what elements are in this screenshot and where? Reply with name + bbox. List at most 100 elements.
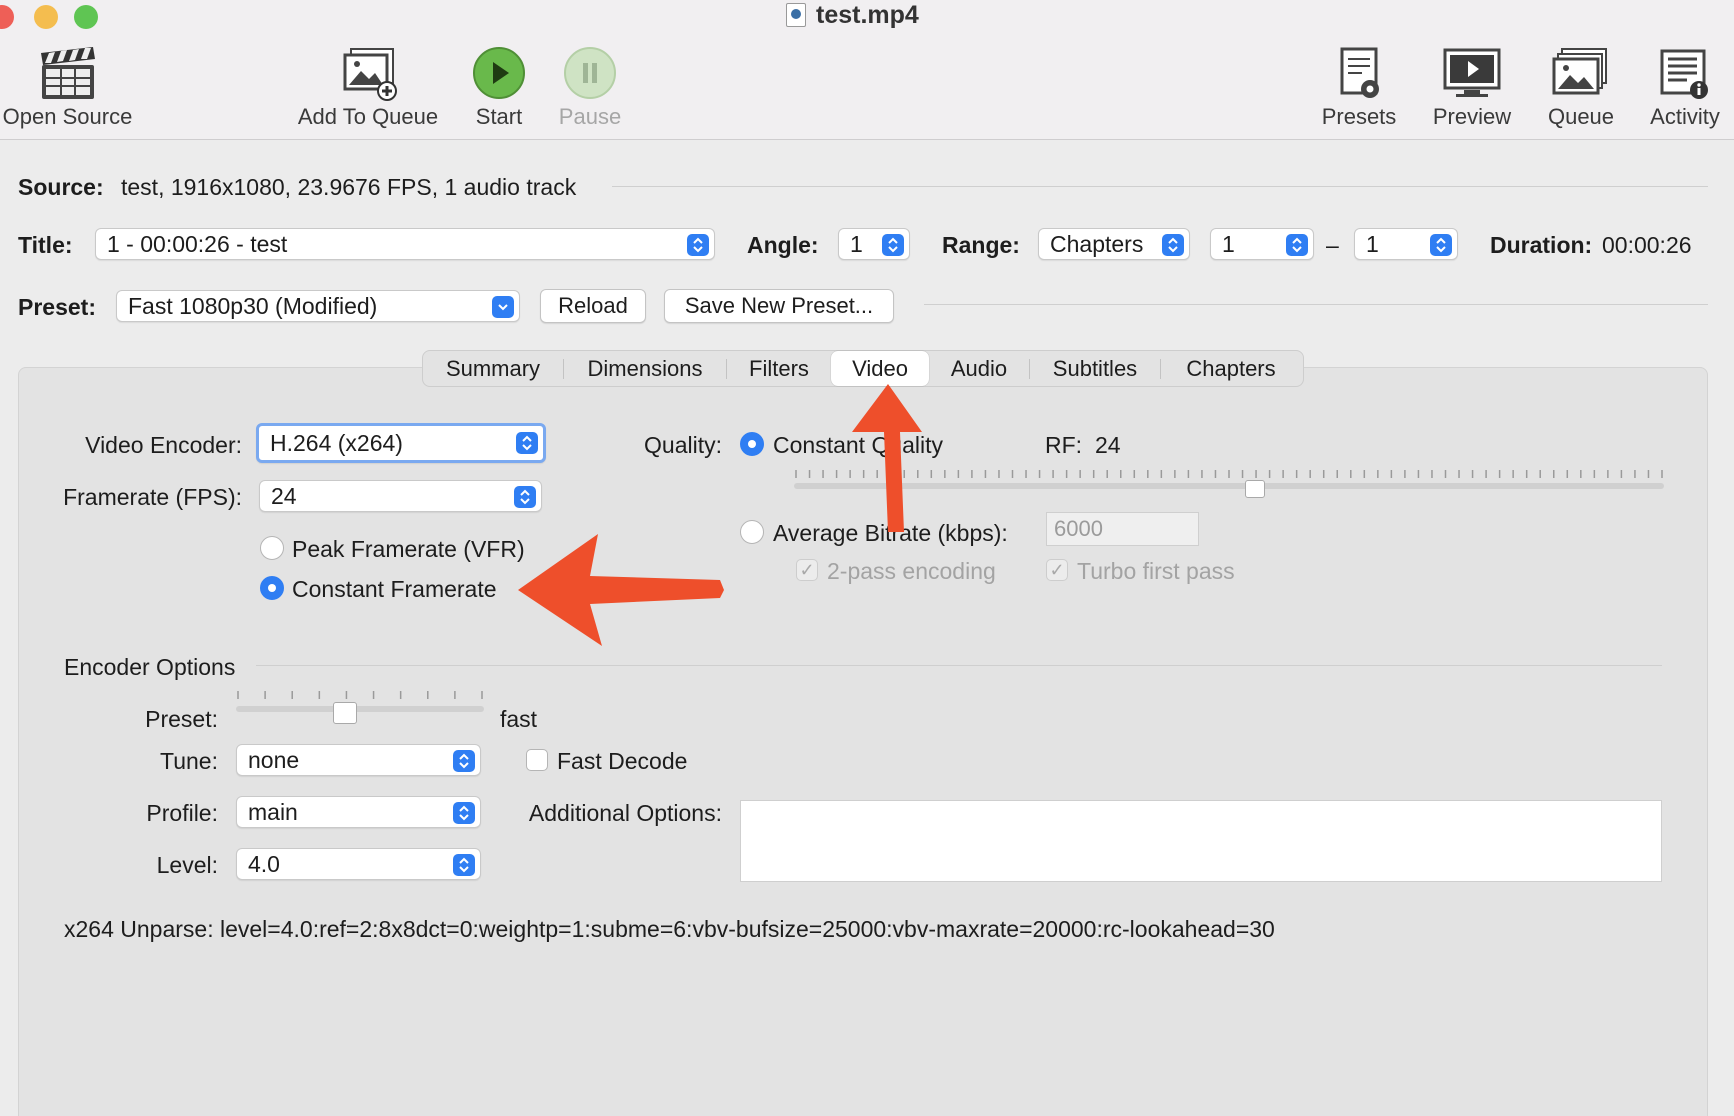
profile-popup[interactable]: main	[236, 796, 481, 828]
video-encoder-popup[interactable]: H.264 (x264)	[256, 423, 546, 463]
encoder-preset-slider-knob[interactable]	[333, 702, 358, 724]
document-icon	[786, 3, 806, 27]
chevron-updown-icon	[1286, 234, 1308, 256]
duration-label: Duration:	[1490, 232, 1593, 258]
fast-decode-label: Fast Decode	[557, 748, 688, 774]
framerate-value: 24	[271, 482, 297, 509]
angle-popup[interactable]: 1	[838, 228, 910, 260]
encoder-preset-slider-track[interactable]	[236, 706, 484, 712]
tab-audio[interactable]: Audio	[929, 351, 1029, 386]
profile-value: main	[248, 798, 298, 825]
quality-slider-ticks	[795, 470, 1663, 478]
tab-chapters[interactable]: Chapters	[1161, 351, 1301, 386]
zoom-window-button[interactable]	[74, 5, 98, 29]
presets-icon	[1328, 44, 1390, 102]
save-new-preset-button[interactable]: Save New Preset...	[664, 289, 894, 323]
tune-label: Tune:	[160, 748, 218, 774]
range-label: Range:	[942, 232, 1020, 258]
queue-label: Queue	[1547, 104, 1615, 129]
peak-framerate-radio[interactable]	[260, 536, 284, 560]
encoder-options-heading: Encoder Options	[64, 654, 236, 680]
close-window-button[interactable]	[0, 5, 14, 29]
quality-slider-knob[interactable]	[1245, 480, 1266, 498]
range-type-value: Chapters	[1050, 230, 1144, 257]
turbo-first-pass-label: Turbo first pass	[1077, 558, 1235, 584]
bitrate-input[interactable]: 6000	[1046, 512, 1199, 546]
activity-label: Activity	[1650, 104, 1720, 129]
quality-slider-track[interactable]	[794, 483, 1664, 489]
activity-log-icon	[1654, 44, 1716, 102]
title-popup-value: 1 - 00:00:26 - test	[107, 230, 288, 257]
framerate-label: Framerate (FPS):	[63, 484, 242, 510]
preview-icon	[1441, 44, 1503, 102]
average-bitrate-radio[interactable]	[740, 520, 764, 544]
range-dash: –	[1326, 232, 1339, 258]
video-encoder-value: H.264 (x264)	[270, 429, 403, 456]
window-title: test.mp4	[786, 0, 919, 30]
chevron-updown-icon	[453, 750, 475, 772]
additional-options-label: Additional Options:	[528, 800, 722, 826]
angle-label: Angle:	[747, 232, 819, 258]
constant-quality-label: Constant Quality	[773, 432, 944, 458]
tab-bar: Summary Dimensions Filters Video Audio S…	[422, 350, 1304, 387]
chevron-updown-icon	[516, 432, 538, 454]
tab-video[interactable]: Video	[831, 351, 929, 386]
pause-button[interactable]: Pause	[556, 44, 624, 130]
window-title-text: test.mp4	[816, 0, 919, 29]
preset-popup[interactable]: Fast 1080p30 (Modified)	[116, 290, 520, 322]
tab-summary[interactable]: Summary	[423, 351, 563, 386]
chevron-updown-icon	[514, 486, 536, 508]
title-popup[interactable]: 1 - 00:00:26 - test	[95, 228, 715, 260]
two-pass-label: 2-pass encoding	[827, 558, 996, 584]
minimize-window-button[interactable]	[34, 5, 58, 29]
open-source-button[interactable]: Open Source	[0, 44, 135, 130]
constant-framerate-radio[interactable]	[260, 576, 284, 600]
angle-popup-value: 1	[850, 230, 863, 257]
range-type-popup[interactable]: Chapters	[1038, 228, 1190, 260]
encoder-preset-value: fast	[500, 706, 538, 732]
turbo-first-pass-checkbox[interactable]: ✓	[1046, 559, 1068, 581]
two-pass-checkbox[interactable]: ✓	[796, 559, 818, 581]
start-button[interactable]: Start	[466, 44, 532, 130]
level-value: 4.0	[248, 850, 280, 877]
chevron-down-icon	[492, 296, 514, 318]
level-popup[interactable]: 4.0	[236, 848, 481, 880]
add-to-queue-button[interactable]: Add To Queue	[290, 44, 446, 130]
chevron-updown-icon	[453, 854, 475, 876]
video-encoder-label: Video Encoder:	[85, 432, 242, 458]
x264-unparse-text: x264 Unparse: level=4.0:ref=2:8x8dct=0:w…	[64, 916, 1275, 942]
additional-options-input[interactable]	[740, 800, 1662, 882]
source-divider	[612, 186, 1708, 187]
encoder-preset-label: Preset:	[145, 706, 218, 732]
framerate-popup[interactable]: 24	[259, 480, 542, 512]
preview-button[interactable]: Preview	[1424, 44, 1520, 130]
tab-filters[interactable]: Filters	[727, 351, 831, 386]
queue-icon	[1550, 44, 1612, 102]
preview-label: Preview	[1432, 104, 1512, 129]
reload-button[interactable]: Reload	[540, 289, 646, 323]
presets-button[interactable]: Presets	[1314, 44, 1404, 130]
tab-subtitles[interactable]: Subtitles	[1030, 351, 1160, 386]
title-label: Title:	[18, 232, 73, 258]
chevron-updown-icon	[882, 234, 904, 256]
source-label: Source:	[18, 174, 104, 200]
range-start-value: 1	[1222, 230, 1235, 257]
constant-quality-radio[interactable]	[740, 432, 764, 456]
preset-label: Preset:	[18, 294, 96, 320]
activity-button[interactable]: Activity	[1640, 44, 1730, 130]
chevron-updown-icon	[453, 802, 475, 824]
quality-label: Quality:	[644, 432, 722, 458]
level-label: Level:	[156, 852, 218, 878]
play-icon	[468, 44, 530, 102]
tune-popup[interactable]: none	[236, 744, 481, 776]
pause-label: Pause	[558, 104, 622, 129]
queue-button[interactable]: Queue	[1540, 44, 1622, 130]
range-end-popup[interactable]: 1	[1354, 228, 1458, 260]
presets-label: Presets	[1321, 104, 1397, 129]
average-bitrate-label: Average Bitrate (kbps):	[773, 520, 1008, 546]
tab-dimensions[interactable]: Dimensions	[564, 351, 726, 386]
peak-framerate-label: Peak Framerate (VFR)	[292, 536, 525, 562]
source-value: test, 1916x1080, 23.9676 FPS, 1 audio tr…	[121, 174, 577, 200]
range-start-popup[interactable]: 1	[1210, 228, 1314, 260]
fast-decode-checkbox[interactable]	[526, 749, 548, 771]
